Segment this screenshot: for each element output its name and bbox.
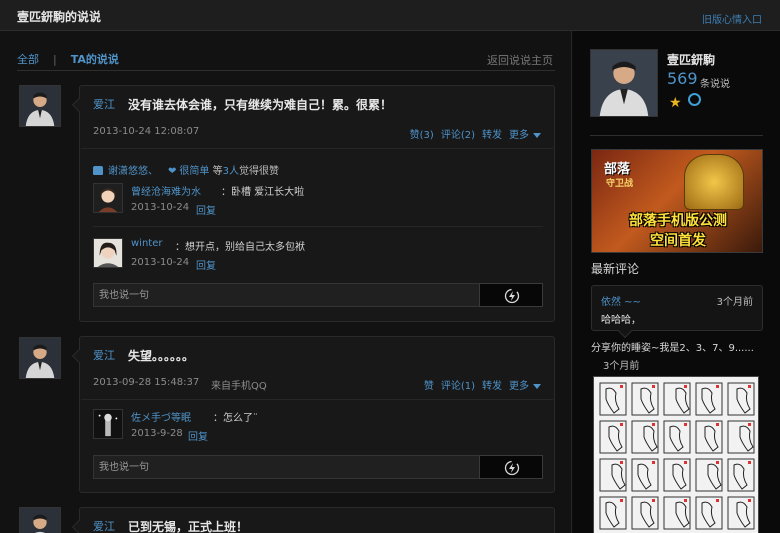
qq-badge-icon[interactable] — [687, 93, 701, 106]
liker-name[interactable]: 谢潇悠悠、 — [108, 166, 158, 177]
back-to-home-link[interactable]: 返回说说主页 — [487, 52, 553, 68]
comment-text: ：卧槽 爱江长大啦 — [221, 187, 305, 198]
comment-button[interactable]: 评论(1) — [441, 381, 475, 392]
comment-input[interactable] — [94, 456, 479, 478]
comment-date: 2013-10-24 — [131, 257, 190, 268]
likes-count-prefix: 等 — [212, 166, 223, 177]
reply-link[interactable]: 回复 — [196, 202, 216, 217]
commenter-name[interactable]: 佐メ手づ等眠 — [131, 409, 191, 424]
like-button[interactable]: 赞(3) — [410, 130, 434, 141]
forward-button[interactable]: 转发 — [482, 381, 502, 392]
post-count-label: 条说说 — [700, 79, 730, 90]
send-button[interactable] — [479, 455, 543, 479]
like-button[interactable]: 赞 — [424, 381, 434, 392]
comment-input[interactable] — [94, 284, 479, 306]
profile-name[interactable]: 壹匹鈃駒 — [667, 51, 715, 68]
old-version-link[interactable]: 旧版心情入口 — [702, 11, 762, 26]
ad-banner[interactable]: 部落 守卫战 部落手机版公测 空间首发 — [591, 149, 763, 253]
tab-ta-posts[interactable]: TA的说说 — [71, 53, 119, 66]
latest-comment-card[interactable]: 依然 ~~ 3个月前 哈哈哈， — [591, 285, 763, 339]
commenter-avatar[interactable] — [93, 238, 123, 268]
reply-link[interactable]: 回复 — [188, 428, 208, 443]
post-author-name[interactable]: 爱江 — [93, 518, 115, 533]
comment-text: ：想开点，别给自己太多包袱 — [175, 242, 305, 253]
post-author-avatar[interactable] — [19, 337, 61, 379]
avatar-image — [591, 50, 657, 116]
post-time[interactable]: 2013-09-28 15:48:37 — [93, 377, 199, 388]
likes-suffix: 觉得很赞 — [238, 166, 279, 177]
post-time[interactable]: 2013-10-24 12:08:07 — [93, 126, 199, 137]
forward-button[interactable]: 转发 — [482, 130, 502, 141]
reply-link[interactable]: 回复 — [196, 257, 216, 272]
comment-input-bar — [93, 283, 543, 307]
commenter-avatar[interactable] — [93, 183, 123, 213]
post-card: 爱江 没有谁去体会谁，只有继续为难自己！累。很累！ 2013-10-24 12:… — [71, 85, 555, 322]
avatar-image — [20, 338, 60, 378]
banner-logo-sub: 守卫战 — [606, 179, 634, 189]
latest-comment-time: 3个月前 — [716, 297, 753, 308]
latest-comments-title: 最新评论 — [591, 262, 640, 276]
filter-divider — [17, 70, 555, 71]
comment-date: 2013-9-28 — [131, 428, 183, 439]
shared-post-time: 3个月前 — [603, 361, 640, 372]
comment-text: ：怎么了¨ — [213, 413, 258, 424]
post-author-name[interactable]: 爱江 — [93, 347, 115, 363]
post-text: 失望。。。。。。 — [128, 349, 195, 363]
post-card: 爱江 已到无锡，正式上班！ — [71, 507, 555, 533]
latest-commenter[interactable]: 依然 ~~ — [601, 293, 641, 308]
star-icon[interactable]: ★ — [669, 95, 682, 111]
comment-item: 佐メ手づ等眠 ：怎么了¨ 2013-9-28 回复 — [93, 409, 543, 443]
tab-separator: | — [53, 53, 57, 66]
more-button[interactable]: 更多 — [509, 130, 541, 141]
top-bar: 壹匹鈃駒的说说 旧版心情入口 — [0, 0, 780, 31]
tab-all[interactable]: 全部 — [17, 53, 39, 66]
comment-date: 2013-10-24 — [131, 202, 190, 213]
comment-item: winter ：想开点，别给自己太多包袱 2013-10-24 回复 — [93, 238, 543, 272]
post-text: 已到无锡，正式上班！ — [128, 520, 249, 533]
lightning-icon — [504, 288, 520, 304]
post-card: 爱江 失望。。。。。。 2013-09-28 15:48:37 来自手机QQ 赞… — [71, 336, 555, 493]
post-actions: 赞(3) 评论(2) 转发 更多 — [403, 126, 541, 141]
post-actions: 赞评论(1) 转发 更多 — [417, 377, 541, 392]
thumb-up-icon — [93, 166, 103, 175]
commenter-name[interactable]: winter — [131, 238, 162, 249]
filter-tabs: 全部 | TA的说说 — [17, 51, 119, 67]
post-source: 来自手机QQ — [211, 381, 267, 392]
send-button[interactable] — [479, 283, 543, 307]
latest-comment-text: 哈哈哈， — [601, 315, 641, 326]
post-text: 没有谁去体会谁，只有继续为难自己！累。很累！ — [128, 98, 393, 112]
more-button[interactable]: 更多 — [509, 381, 541, 392]
comment-button[interactable]: 评论(2) — [441, 130, 475, 141]
likes-count[interactable]: 3人 — [223, 166, 239, 177]
post-author-avatar[interactable] — [19, 507, 61, 533]
profile-avatar[interactable] — [590, 49, 658, 117]
page-title: 壹匹鈃駒的说说 — [17, 10, 102, 24]
commenter-avatar[interactable] — [93, 409, 123, 439]
sidebar: 壹匹鈃駒 569 条说说 ★ 部落 守卫战 部落手机版公测 空间首发 最新评论 … — [573, 31, 780, 533]
shared-post-text[interactable]: 分享你的睡姿~我是2、3、7、9...... — [591, 339, 763, 354]
liker-name[interactable]: 很简单 — [179, 166, 209, 177]
banner-headline: 部落手机版公测 — [629, 213, 727, 229]
character-illustration — [684, 154, 744, 210]
lightning-icon — [504, 460, 520, 476]
avatar-image — [20, 508, 60, 533]
comment-item: 曾经沧海难为水 ：卧槽 爱江长大啦 2013-10-24 回复 — [93, 183, 543, 217]
shared-post-image[interactable] — [593, 376, 759, 533]
banner-logo: 部落 — [604, 162, 631, 177]
post-author-name[interactable]: 爱江 — [93, 96, 115, 112]
profile-badges: ★ — [669, 93, 701, 111]
post-author-avatar[interactable] — [19, 85, 61, 127]
likes-row: 谢潇悠悠、 ❤ 很简单 等3人觉得很赞 — [93, 162, 279, 177]
sleep-pose-illustration — [599, 382, 755, 530]
heart-icon: ❤ — [168, 166, 177, 177]
commenter-name[interactable]: 曾经沧海难为水 — [131, 183, 201, 198]
banner-subheadline: 空间首发 — [650, 233, 706, 249]
avatar-image — [20, 86, 60, 126]
comment-input-bar — [93, 455, 543, 479]
post-count[interactable]: 569 — [667, 69, 698, 88]
